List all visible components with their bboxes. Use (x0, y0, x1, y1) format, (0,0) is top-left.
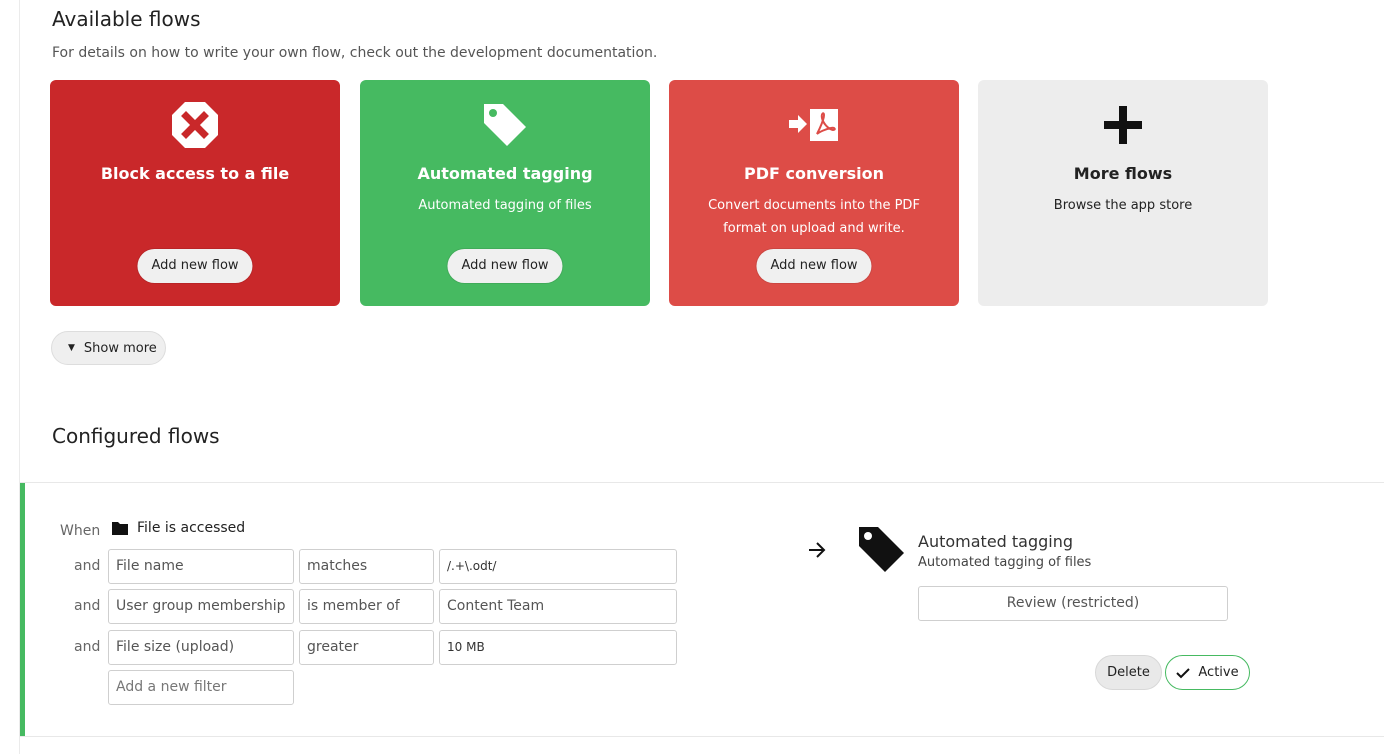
check-value-input[interactable]: Content Team (439, 589, 677, 624)
check-operator-select[interactable]: matches (299, 549, 434, 584)
arrow-right-icon (806, 539, 828, 565)
divider (20, 482, 1384, 483)
tag-icon (856, 524, 906, 578)
flow-card-more-flows[interactable]: More flows Browse the app store (978, 80, 1268, 306)
flow-card-automated-tagging: Automated tagging Automated tagging of f… (360, 80, 650, 306)
active-label: Active (1198, 665, 1239, 680)
available-flows-subtitle: For details on how to write your own flo… (52, 45, 658, 61)
check-field-select[interactable]: File size (upload) (108, 630, 294, 665)
and-label: and (74, 598, 101, 614)
delete-button[interactable]: Delete (1095, 655, 1162, 690)
trigger-label: File is accessed (137, 520, 246, 536)
flow-active-indicator (20, 483, 25, 736)
and-label: and (74, 639, 101, 655)
plus-icon (978, 102, 1268, 148)
flow-card-title: PDF conversion (744, 164, 884, 183)
check-value-input[interactable]: 10 MB (439, 630, 677, 665)
check-field-select[interactable]: File name (108, 549, 294, 584)
show-more-label: Show more (83, 340, 157, 356)
add-new-flow-button[interactable]: Add new flow (756, 249, 872, 283)
divider (20, 736, 1384, 737)
flow-card-description: Browse the app store (1053, 198, 1193, 213)
flow-card-pdf-conversion: PDF conversion Convert documents into th… (669, 80, 959, 306)
trigger-event[interactable]: File is accessed (112, 520, 245, 536)
flow-card-description: Convert documents into the PDF format on… (708, 198, 920, 236)
flow-card-block-access: Block access to a file Add new flow (50, 80, 340, 306)
available-flows-title: Available flows (52, 7, 201, 31)
flow-card-title: Block access to a file (100, 164, 290, 183)
check-operator-select[interactable]: greater (299, 630, 434, 665)
tag-icon (360, 102, 650, 148)
flow-card-title: Automated tagging (417, 164, 593, 183)
configured-flows-title: Configured flows (52, 424, 220, 448)
folder-icon (112, 521, 128, 535)
add-new-flow-button[interactable]: Add new flow (137, 249, 253, 283)
operation-description: Automated tagging of files (918, 555, 1092, 570)
check-operator-select[interactable]: is member of (299, 589, 434, 624)
block-x-icon (50, 102, 340, 148)
tag-select[interactable]: Review (restricted) (918, 586, 1228, 621)
when-label: When (60, 523, 101, 539)
active-toggle-button[interactable]: Active (1165, 655, 1250, 690)
add-new-flow-button[interactable]: Add new flow (447, 249, 563, 283)
and-label: and (74, 558, 101, 574)
check-value-input[interactable]: /.+\.odt/ (439, 549, 677, 584)
add-filter-select[interactable]: Add a new filter (108, 670, 294, 705)
flow-card-description: Automated tagging of files (418, 198, 592, 213)
pdf-convert-icon (669, 102, 959, 148)
caret-down-icon: ▼ (68, 343, 75, 353)
checkmark-icon (1176, 667, 1191, 679)
flow-card-title: More flows (1073, 164, 1173, 183)
show-more-button[interactable]: ▼ Show more (51, 331, 166, 365)
check-field-select[interactable]: User group membership (108, 589, 294, 624)
operation-title: Automated tagging (918, 532, 1074, 551)
